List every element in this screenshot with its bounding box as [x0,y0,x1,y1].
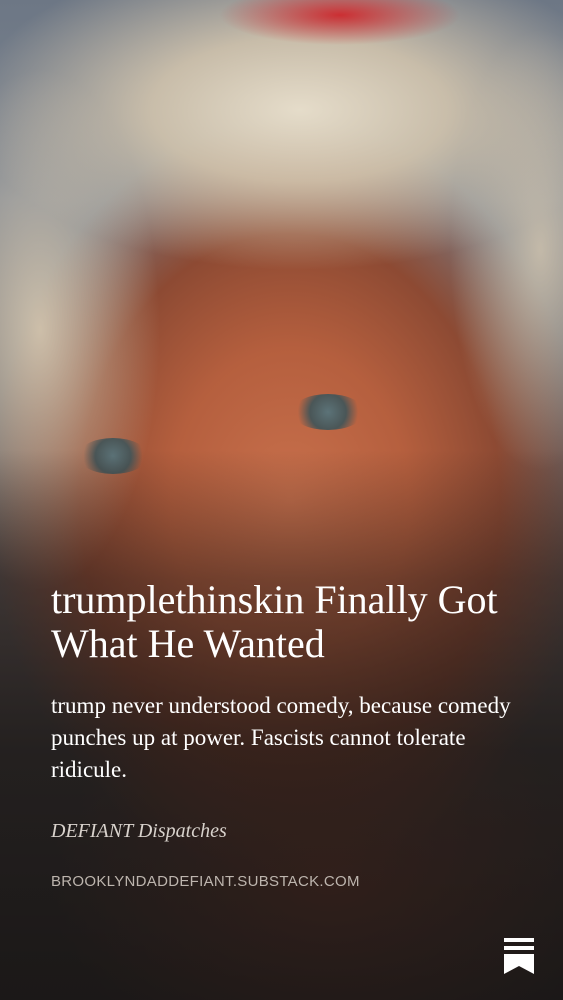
publication-url[interactable]: BROOKLYNDADDEFIANT.SUBSTACK.COM [51,873,523,890]
post-share-card[interactable]: trumplethinskin Finally Got What He Want… [0,0,563,1000]
post-subtitle: trump never understood comedy, because c… [51,693,511,782]
post-title[interactable]: trumplethinskin Finally Got What He Want… [51,578,523,666]
publication-name: DEFIANT Dispatches [51,820,227,842]
post-info: trumplethinskin Finally Got What He Want… [51,578,523,891]
substack-bookmark-icon [504,938,534,974]
